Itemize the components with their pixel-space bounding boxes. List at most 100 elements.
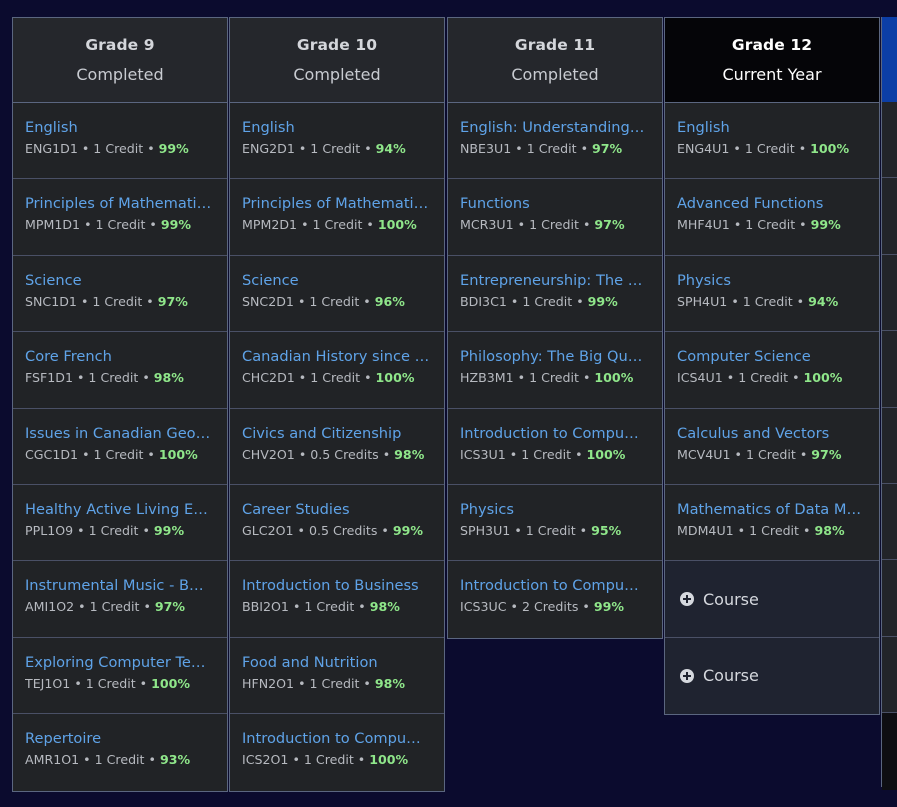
course-name-link[interactable]: Canadian History since … (242, 347, 432, 366)
grade-column-header: Grade 12 Current Year (665, 18, 879, 103)
course-card[interactable]: Introduction to Compu… ICS3U1 • 1 Credit • 10… (448, 409, 662, 485)
course-name-link[interactable]: Science (25, 271, 215, 290)
course-card[interactable]: Introduction to Business BBI2O1 • 1 Credit •… (230, 561, 444, 638)
add-course-button[interactable]: Course (665, 637, 879, 715)
course-card[interactable]: Physics SPH4U1 • 1 Credit • 94% (665, 256, 879, 333)
course-name-link[interactable]: Physics (460, 500, 650, 519)
course-card[interactable]: Core French FSF1D1 • 1 Credit • 98% (13, 332, 227, 409)
course-name-link[interactable]: Career Studies (242, 500, 432, 519)
course-meta: TEJ1O1 • 1 Credit • 100% (25, 675, 215, 692)
grade-column-header: Grade 11 Completed (448, 18, 662, 103)
course-card[interactable]: Computer Science ICS4U1 • 1 Credit • 100% (665, 332, 879, 409)
course-meta: SPH3U1 • 1 Credit • 95% (460, 522, 650, 539)
course-name-link[interactable]: Mathematics of Data M… (677, 500, 867, 519)
separator-dot: • (364, 141, 372, 156)
course-code: BBI2O1 (242, 599, 289, 615)
course-code: TEJ1O1 (25, 675, 71, 691)
course-name-link[interactable]: Calculus and Vectors (677, 424, 867, 443)
course-card[interactable]: English ENG2D1 • 1 Credit • 94% (230, 103, 444, 180)
course-meta: HFN2O1 • 1 Credit • 98% (242, 675, 432, 692)
course-name-link[interactable]: Functions (460, 194, 650, 213)
course-name-link[interactable]: Introduction to Business (242, 576, 432, 595)
course-code: ICS3U1 (460, 446, 506, 462)
course-meta: ENG1D1 • 1 Credit • 99% (25, 140, 215, 157)
course-card[interactable]: English ENG1D1 • 1 Credit • 99% (13, 103, 227, 180)
course-name-link[interactable]: Instrumental Music - B… (25, 576, 215, 595)
course-name-link[interactable]: Advanced Functions (677, 194, 867, 213)
course-name-link[interactable]: Physics (677, 271, 867, 290)
course-card[interactable]: Career Studies GLC2O1 • 0.5 Credits • 99% (230, 485, 444, 562)
course-card[interactable]: Mathematics of Data M… MDM4U1 • 1 Credit • 98… (665, 485, 879, 562)
course-card[interactable]: Food and Nutrition HFN2O1 • 1 Credit • 98% (230, 638, 444, 715)
course-name-link[interactable]: Introduction to Compu… (460, 424, 650, 443)
course-card[interactable]: Principles of Mathemati… MPM2D1 • 1 Credit •… (230, 179, 444, 256)
course-card[interactable]: Science SNC1D1 • 1 Credit • 97% (13, 256, 227, 333)
course-name-link[interactable]: Principles of Mathemati… (25, 194, 215, 213)
course-card[interactable]: Introduction to Compu… ICS3UC • 2 Credits • 9… (448, 561, 662, 637)
separator-dot: • (298, 446, 307, 462)
course-code: ICS3UC (460, 599, 507, 615)
grade-column: Grade 11 Completed English: Understanding…… (447, 17, 663, 639)
course-card[interactable]: Repertoire AMR1O1 • 1 Credit • 93% (13, 714, 227, 790)
course-name-link[interactable]: English (242, 118, 432, 137)
course-name-link[interactable]: Introduction to Compu… (242, 729, 432, 748)
course-meta: MPM2D1 • 1 Credit • 100% (242, 216, 432, 233)
course-card[interactable]: Canadian History since … CHC2D1 • 1 Credit •… (230, 332, 444, 409)
course-credits: 1 Credit (738, 370, 789, 386)
course-card[interactable]: Instrumental Music - B… AMI1O2 • 1 Credit • 9… (13, 561, 227, 638)
course-name-link[interactable]: Civics and Citizenship (242, 424, 432, 443)
course-card[interactable]: Healthy Active Living E… PPL1O9 • 1 Credit •… (13, 485, 227, 562)
course-name-link[interactable]: English (677, 118, 867, 137)
course-name-link[interactable]: Food and Nutrition (242, 653, 432, 672)
course-name-link[interactable]: Healthy Active Living E… (25, 500, 215, 519)
course-name-link[interactable]: Repertoire (25, 729, 215, 748)
course-credits: 1 Credit (85, 675, 136, 691)
course-credits: 0.5 Credits (308, 522, 378, 538)
course-card[interactable]: Advanced Functions MHF4U1 • 1 Credit • 99% (665, 179, 879, 256)
separator-dot: • (582, 370, 591, 386)
course-name-link[interactable]: Philosophy: The Big Qu… (460, 347, 650, 366)
course-card[interactable]: Entrepreneurship: The … BDI3C1 • 1 Credit • 9… (448, 256, 662, 333)
course-name-link[interactable]: English: Understanding… (460, 118, 650, 137)
course-card[interactable]: Introduction to Compu… ICS2O1 • 1 Credit • 10… (230, 714, 444, 790)
course-card[interactable]: Calculus and Vectors MCV4U1 • 1 Credit • 97% (665, 409, 879, 485)
add-course-button[interactable]: Course (665, 561, 879, 638)
course-card[interactable]: Physics SPH3U1 • 1 Credit • 95% (448, 485, 662, 562)
course-code: NBE3U1 (460, 141, 512, 156)
separator-dot: • (510, 293, 519, 309)
course-meta: MCR3U1 • 1 Credit • 97% (460, 216, 650, 233)
course-meta: BBI2O1 • 1 Credit • 98% (242, 598, 432, 615)
course-card[interactable]: Science SNC2D1 • 1 Credit • 96% (230, 256, 444, 333)
course-card[interactable]: Civics and Citizenship CHV2O1 • 0.5 Credits… (230, 409, 444, 485)
grade-status: Completed (76, 65, 164, 84)
course-name-link[interactable]: English (25, 118, 215, 137)
plus-circle-icon (680, 592, 694, 607)
grade-status: Current Year (722, 65, 822, 84)
course-name-link[interactable]: Principles of Mathemati… (242, 194, 432, 213)
course-card[interactable]: Functions MCR3U1 • 1 Credit • 97% (448, 179, 662, 256)
separator-dot: • (148, 752, 156, 768)
course-name-link[interactable]: Introduction to Compu… (460, 576, 650, 595)
course-name-link[interactable]: Entrepreneurship: The … (460, 271, 650, 290)
course-name-link[interactable]: Science (242, 271, 432, 290)
course-grade: 94% (808, 293, 839, 309)
course-card[interactable]: English ENG4U1 • 1 Credit • 100% (665, 103, 879, 180)
edge-row (882, 102, 897, 179)
course-card[interactable]: Issues in Canadian Geo… CGC1D1 • 1 Credit • 1… (13, 409, 227, 485)
course-grade: 100% (369, 752, 409, 768)
course-card[interactable]: Exploring Computer Te… TEJ1O1 • 1 Credit • 10… (13, 638, 227, 715)
course-name-link[interactable]: Core French (25, 347, 215, 366)
course-grade: 97% (594, 217, 625, 233)
course-card[interactable]: Principles of Mathemati… MPM1D1 • 1 Credit •… (13, 179, 227, 256)
edge-row (882, 178, 897, 255)
course-code: ICS4U1 (677, 370, 723, 386)
separator-dot: • (733, 141, 741, 156)
course-meta: ENG4U1 • 1 Credit • 100% (677, 140, 867, 157)
course-code: MHF4U1 (677, 217, 730, 233)
course-name-link[interactable]: Exploring Computer Te… (25, 653, 215, 672)
course-name-link[interactable]: Computer Science (677, 347, 867, 366)
course-name-link[interactable]: Issues in Canadian Geo… (25, 424, 215, 443)
course-card[interactable]: Philosophy: The Big Qu… HZB3M1 • 1 Credit • 1… (448, 332, 662, 409)
course-card[interactable]: English: Understanding… NBE3U1 • 1 Credit • 9… (448, 103, 662, 180)
separator-dot: • (363, 293, 371, 309)
